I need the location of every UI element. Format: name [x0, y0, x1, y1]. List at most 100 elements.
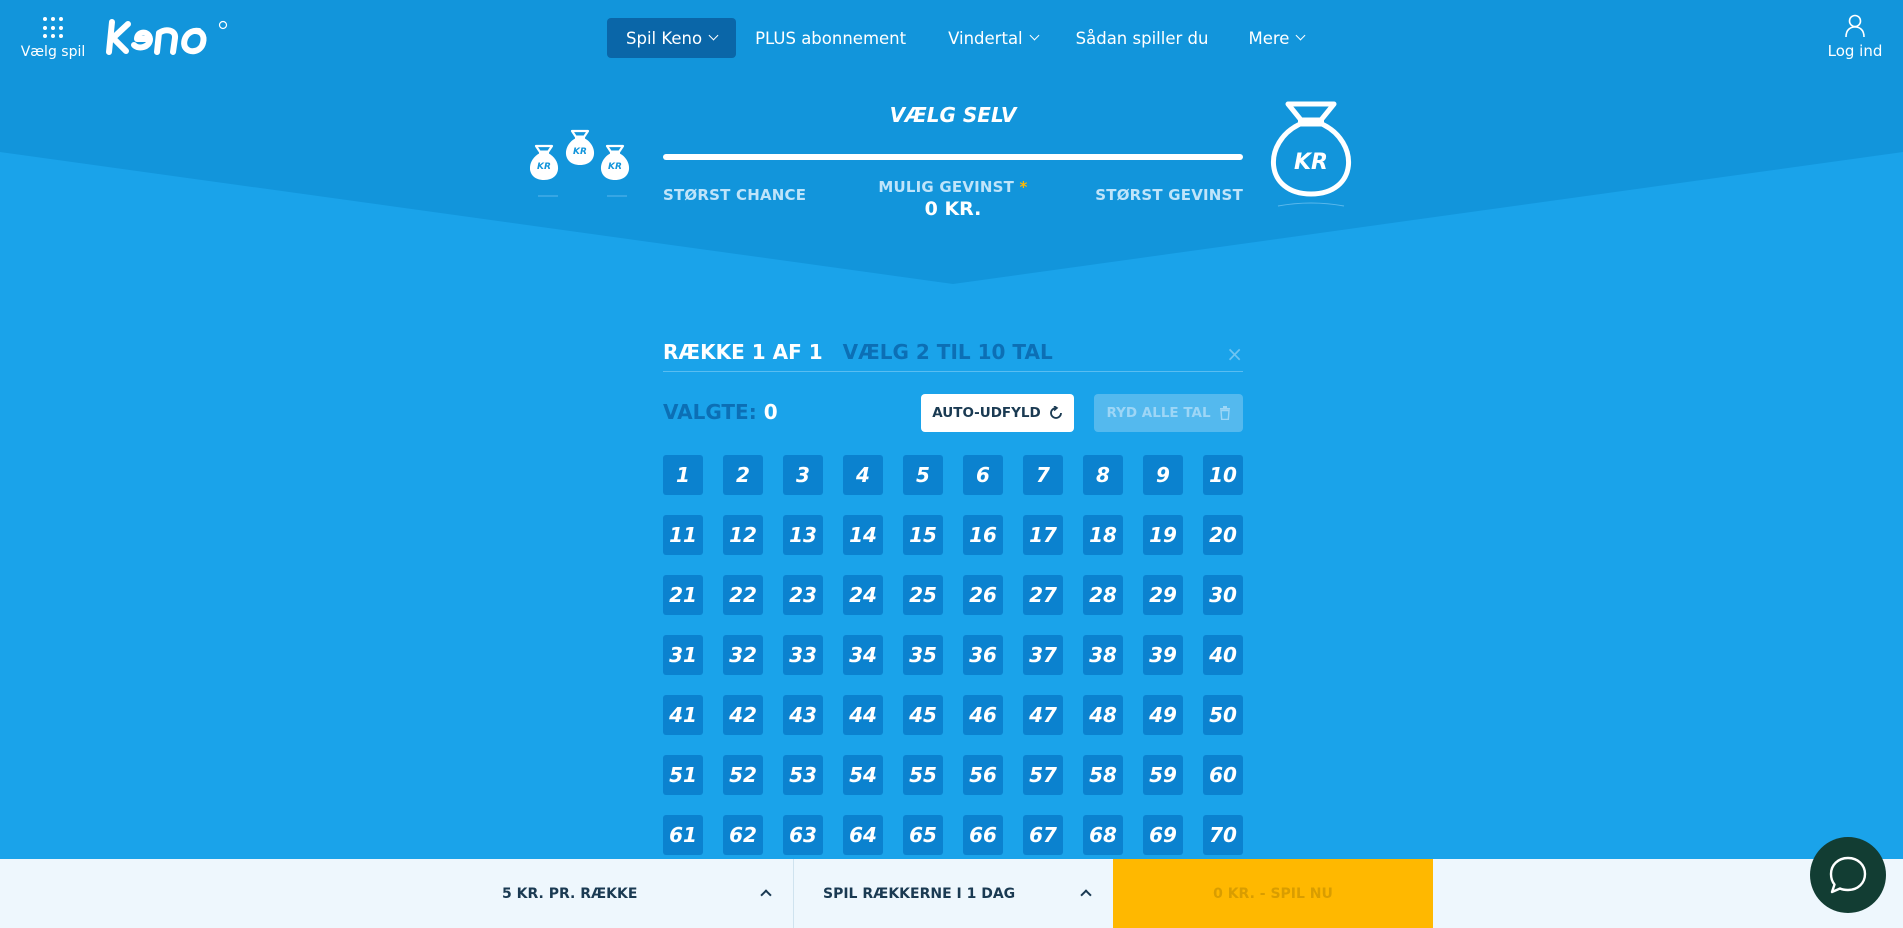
number-16[interactable]: 16 — [963, 515, 1003, 555]
number-51[interactable]: 51 — [663, 755, 703, 795]
number-30[interactable]: 30 — [1203, 575, 1243, 615]
days-selector[interactable]: SPIL RÆKKERNE I 1 DAG — [794, 859, 1113, 928]
refresh-icon — [1049, 406, 1062, 419]
auto-fill-label: AUTO-UDFYLD — [932, 405, 1041, 421]
number-34[interactable]: 34 — [843, 635, 883, 675]
biggest-win-label: STØRST GEVINST — [1095, 186, 1243, 204]
chat-button[interactable] — [1810, 837, 1886, 913]
number-69[interactable]: 69 — [1143, 815, 1183, 855]
number-65[interactable]: 65 — [903, 815, 943, 855]
number-10[interactable]: 10 — [1203, 455, 1243, 495]
grid-icon — [42, 17, 64, 39]
svg-text:KR: KR — [573, 147, 587, 157]
number-48[interactable]: 48 — [1083, 695, 1123, 735]
number-61[interactable]: 61 — [663, 815, 703, 855]
number-6[interactable]: 6 — [963, 455, 1003, 495]
number-21[interactable]: 21 — [663, 575, 703, 615]
number-44[interactable]: 44 — [843, 695, 883, 735]
number-2[interactable]: 2 — [723, 455, 763, 495]
number-29[interactable]: 29 — [1143, 575, 1183, 615]
game-menu-button[interactable]: Vælg spil — [18, 14, 88, 64]
number-50[interactable]: 50 — [1203, 695, 1243, 735]
number-12[interactable]: 12 — [723, 515, 763, 555]
number-38[interactable]: 38 — [1083, 635, 1123, 675]
number-47[interactable]: 47 — [1023, 695, 1063, 735]
number-24[interactable]: 24 — [843, 575, 883, 615]
number-17[interactable]: 17 — [1023, 515, 1063, 555]
number-36[interactable]: 36 — [963, 635, 1003, 675]
nav-mere[interactable]: Mere — [1227, 18, 1323, 58]
number-57[interactable]: 57 — [1023, 755, 1063, 795]
number-41[interactable]: 41 — [663, 695, 703, 735]
number-58[interactable]: 58 — [1083, 755, 1123, 795]
number-67[interactable]: 67 — [1023, 815, 1063, 855]
number-37[interactable]: 37 — [1023, 635, 1063, 675]
number-49[interactable]: 49 — [1143, 695, 1183, 735]
nav-spil-keno[interactable]: Spil Keno — [607, 18, 737, 58]
odds-slider[interactable] — [663, 154, 1243, 160]
close-icon[interactable]: × — [1226, 342, 1243, 366]
number-4[interactable]: 4 — [843, 455, 883, 495]
number-15[interactable]: 15 — [903, 515, 943, 555]
number-3[interactable]: 3 — [783, 455, 823, 495]
login-button[interactable]: Log ind — [1820, 14, 1890, 60]
number-42[interactable]: 42 — [723, 695, 763, 735]
number-18[interactable]: 18 — [1083, 515, 1123, 555]
number-46[interactable]: 46 — [963, 695, 1003, 735]
clear-all-button[interactable]: RYD ALLE TAL — [1094, 394, 1243, 432]
auto-fill-button[interactable]: AUTO-UDFYLD — [921, 394, 1074, 432]
nav-plus-abonnement-label: PLUS abonnement — [755, 28, 907, 48]
number-53[interactable]: 53 — [783, 755, 823, 795]
number-68[interactable]: 68 — [1083, 815, 1123, 855]
keno-logo[interactable] — [104, 16, 234, 58]
number-63[interactable]: 63 — [783, 815, 823, 855]
number-22[interactable]: 22 — [723, 575, 763, 615]
number-32[interactable]: 32 — [723, 635, 763, 675]
nav-plus-abonnement[interactable]: PLUS abonnement — [736, 18, 925, 58]
number-5[interactable]: 5 — [903, 455, 943, 495]
number-43[interactable]: 43 — [783, 695, 823, 735]
number-45[interactable]: 45 — [903, 695, 943, 735]
price-per-row-selector[interactable]: 5 KR. PR. RÆKKE — [480, 859, 793, 928]
number-64[interactable]: 64 — [843, 815, 883, 855]
selected-label: VALGTE: — [663, 400, 757, 424]
number-7[interactable]: 7 — [1023, 455, 1063, 495]
number-70[interactable]: 70 — [1203, 815, 1243, 855]
number-23[interactable]: 23 — [783, 575, 823, 615]
possible-win-label: MULIG GEVINST * — [853, 178, 1053, 196]
nav-sadan-spiller-du[interactable]: Sådan spiller du — [1057, 18, 1228, 58]
number-66[interactable]: 66 — [963, 815, 1003, 855]
biggest-chance-label: STØRST CHANCE — [663, 186, 807, 204]
number-31[interactable]: 31 — [663, 635, 703, 675]
number-54[interactable]: 54 — [843, 755, 883, 795]
number-33[interactable]: 33 — [783, 635, 823, 675]
number-40[interactable]: 40 — [1203, 635, 1243, 675]
possible-win-value: 0 KR. — [924, 198, 982, 220]
game-menu-label: Vælg spil — [20, 44, 86, 60]
number-39[interactable]: 39 — [1143, 635, 1183, 675]
number-27[interactable]: 27 — [1023, 575, 1063, 615]
number-9[interactable]: 9 — [1143, 455, 1183, 495]
number-56[interactable]: 56 — [963, 755, 1003, 795]
number-62[interactable]: 62 — [723, 815, 763, 855]
nav-mere-label: Mere — [1248, 28, 1290, 48]
play-now-button[interactable]: 0 KR. - SPIL NU — [1113, 859, 1433, 928]
number-59[interactable]: 59 — [1143, 755, 1183, 795]
nav-vindertal[interactable]: Vindertal — [925, 18, 1057, 58]
number-52[interactable]: 52 — [723, 755, 763, 795]
number-13[interactable]: 13 — [783, 515, 823, 555]
number-20[interactable]: 20 — [1203, 515, 1243, 555]
number-19[interactable]: 19 — [1143, 515, 1183, 555]
number-35[interactable]: 35 — [903, 635, 943, 675]
number-25[interactable]: 25 — [903, 575, 943, 615]
number-14[interactable]: 14 — [843, 515, 883, 555]
row-header: RÆKKE 1 AF 1 VÆLG 2 TIL 10 TAL × — [663, 332, 1243, 372]
number-28[interactable]: 28 — [1083, 575, 1123, 615]
number-1[interactable]: 1 — [663, 455, 703, 495]
number-11[interactable]: 11 — [663, 515, 703, 555]
row-title: RÆKKE 1 AF 1 — [663, 339, 823, 364]
number-8[interactable]: 8 — [1083, 455, 1123, 495]
number-55[interactable]: 55 — [903, 755, 943, 795]
number-26[interactable]: 26 — [963, 575, 1003, 615]
number-60[interactable]: 60 — [1203, 755, 1243, 795]
